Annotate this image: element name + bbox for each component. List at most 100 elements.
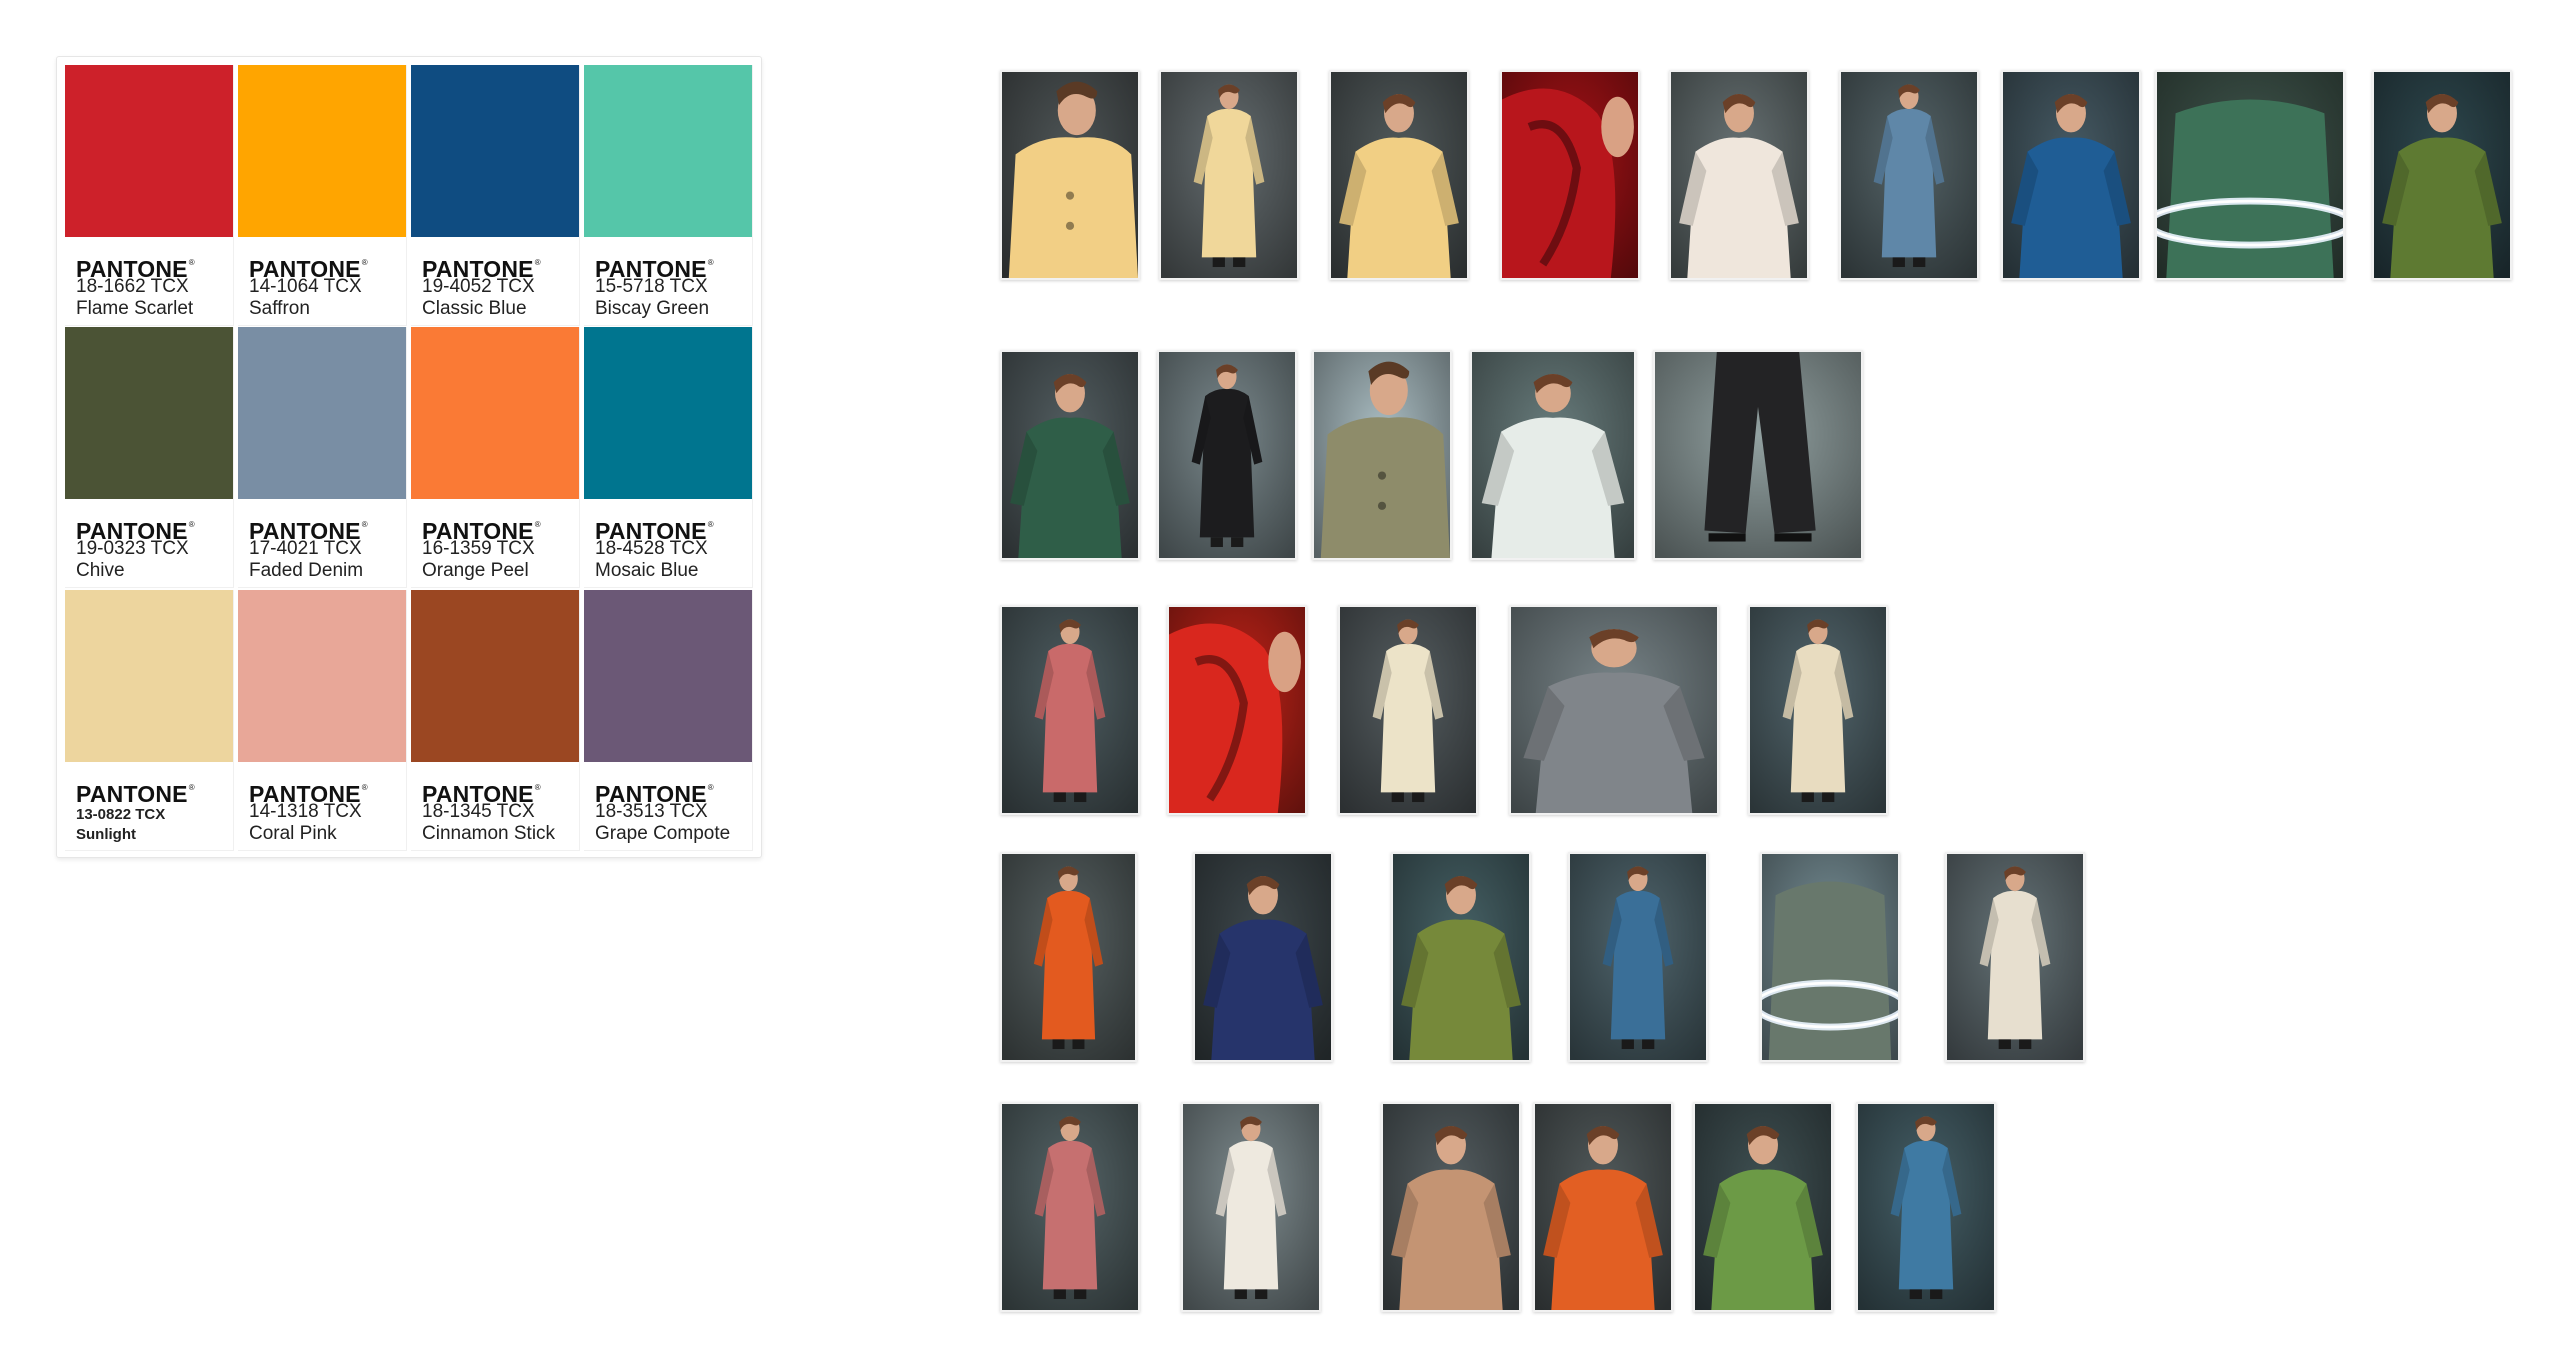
color-swatch bbox=[65, 65, 233, 237]
photo-image bbox=[1161, 72, 1297, 278]
photo-thumbnail-model-red-floral-jacket[interactable] bbox=[1669, 70, 1809, 280]
photo-image bbox=[1671, 72, 1807, 278]
pantone-chip: PANTONE® 18-3513 TCX Grape Compote bbox=[584, 590, 753, 851]
registered-mark-icon: ® bbox=[534, 520, 541, 529]
pantone-chip: PANTONE® 15-5718 TCX Biscay Green bbox=[584, 65, 753, 326]
pantone-chip: PANTONE® 19-4052 TCX Classic Blue bbox=[411, 65, 580, 326]
photo-thumbnail-model-olive-jacket-closeup[interactable] bbox=[1312, 350, 1452, 560]
photo-thumbnail-model-orange-hood-coat[interactable] bbox=[1533, 1102, 1673, 1312]
color-swatch bbox=[411, 327, 579, 499]
photo-thumbnail-model-cream-long-coat[interactable] bbox=[1945, 852, 2085, 1062]
pantone-chip: PANTONE® 18-4528 TCX Mosaic Blue bbox=[584, 327, 753, 588]
photo-thumbnail-model-green-cape-back[interactable] bbox=[1693, 1102, 1833, 1312]
color-swatch bbox=[411, 65, 579, 237]
pantone-color-name: Mosaic Blue bbox=[595, 560, 699, 581]
pantone-chip: PANTONE® 14-1064 TCX Saffron bbox=[238, 65, 407, 326]
photo-image bbox=[1570, 854, 1706, 1060]
photo-thumbnail-model-coral-jacket[interactable] bbox=[1000, 605, 1140, 815]
photo-thumbnail-model-tan-jacket[interactable] bbox=[1381, 1102, 1521, 1312]
registered-mark-icon: ® bbox=[707, 258, 714, 267]
photo-image bbox=[1750, 607, 1886, 813]
photo-image bbox=[1340, 607, 1476, 813]
photo-thumbnail-model-long-saffron-coat[interactable] bbox=[1159, 70, 1299, 280]
photo-image bbox=[1841, 72, 1977, 278]
pantone-color-name: Sunlight bbox=[76, 826, 136, 843]
color-swatch bbox=[65, 590, 233, 762]
photo-thumbnail-model-outdoor-light[interactable] bbox=[1760, 852, 1900, 1062]
photo-thumbnail-model-navy-jacket[interactable] bbox=[1193, 852, 1333, 1062]
pantone-chip: PANTONE® 17-4021 TCX Faded Denim bbox=[238, 327, 407, 588]
pantone-chip: PANTONE® 13-0822 TCX Sunlight bbox=[65, 590, 234, 851]
pantone-code: 18-4528 TCX bbox=[595, 538, 708, 559]
color-swatch bbox=[238, 65, 406, 237]
pantone-color-name: Cinnamon Stick bbox=[422, 823, 556, 844]
pantone-color-name: Coral Pink bbox=[249, 823, 337, 844]
color-swatch bbox=[65, 327, 233, 499]
pantone-color-name: Saffron bbox=[249, 298, 310, 319]
photo-image bbox=[1502, 72, 1638, 278]
pantone-code: 18-3513 TCX bbox=[595, 801, 708, 822]
photo-thumbnail-model-green-patch-coat[interactable] bbox=[1000, 350, 1140, 560]
color-swatch bbox=[584, 327, 752, 499]
photo-thumbnail-model-white-long-coat[interactable] bbox=[1181, 1102, 1321, 1312]
photo-thumbnail-model-cream-coat-scarf[interactable] bbox=[1338, 605, 1478, 815]
pantone-color-name: Biscay Green bbox=[595, 298, 710, 319]
pantone-code: 18-1345 TCX bbox=[422, 801, 535, 822]
photo-image bbox=[1655, 352, 1861, 558]
photo-image bbox=[1002, 72, 1138, 278]
photo-image bbox=[1695, 1104, 1831, 1310]
photo-image bbox=[1183, 1104, 1319, 1310]
photo-image bbox=[2003, 72, 2139, 278]
pantone-code: 14-1318 TCX bbox=[249, 801, 362, 822]
color-swatch bbox=[584, 590, 752, 762]
pantone-chip: PANTONE® 14-1318 TCX Coral Pink bbox=[238, 590, 407, 851]
pantone-code: 18-1662 TCX bbox=[76, 276, 189, 297]
photo-thumbnail-model-blue-patch-coat-2[interactable] bbox=[1856, 1102, 1996, 1312]
registered-mark-icon: ® bbox=[361, 520, 368, 529]
pantone-chip: PANTONE® 16-1359 TCX Orange Peel bbox=[411, 327, 580, 588]
registered-mark-icon: ® bbox=[188, 520, 195, 529]
photo-image bbox=[1511, 607, 1717, 813]
pantone-color-name: Classic Blue bbox=[422, 298, 527, 319]
pantone-color-name: Flame Scarlet bbox=[76, 298, 194, 319]
photo-thumbnail-black-trousers-fog[interactable] bbox=[1653, 350, 1863, 560]
photo-image bbox=[1762, 854, 1898, 1060]
photo-image bbox=[1858, 1104, 1994, 1310]
photo-image bbox=[1159, 352, 1295, 558]
photo-thumbnail-model-orange-floral-coat[interactable] bbox=[1000, 852, 1137, 1062]
photo-image bbox=[1393, 854, 1529, 1060]
photo-thumbnail-red-fabric-closeup[interactable] bbox=[1500, 70, 1640, 280]
photo-thumbnail-model-saffron-coat-pose[interactable] bbox=[1329, 70, 1469, 280]
photo-image bbox=[1002, 607, 1138, 813]
photo-thumbnail-model-coral-jacket-2[interactable] bbox=[1000, 1102, 1140, 1312]
photo-thumbnail-close-up-saffron-coat[interactable] bbox=[1000, 70, 1140, 280]
pantone-code: 13-0822 TCX bbox=[76, 806, 166, 823]
photo-thumbnail-model-black-suit-fog[interactable] bbox=[1157, 350, 1297, 560]
registered-mark-icon: ® bbox=[188, 783, 195, 792]
photo-thumbnail-model-green-cape-cream-skirt[interactable] bbox=[1391, 852, 1531, 1062]
pantone-code: 19-0323 TCX bbox=[76, 538, 189, 559]
photo-thumbnail-light-ring-green-fabric[interactable] bbox=[2155, 70, 2345, 280]
pantone-color-palette: PANTONE® 18-1662 TCX Flame Scarlet PANTONE®… bbox=[56, 56, 762, 858]
photo-image bbox=[1383, 1104, 1519, 1310]
registered-mark-icon: ® bbox=[707, 783, 714, 792]
photo-thumbnail-model-green-top-cream-skirt[interactable] bbox=[1748, 605, 1888, 815]
photo-thumbnail-model-blue-patch-coat-back[interactable] bbox=[1568, 852, 1708, 1062]
pantone-color-name: Faded Denim bbox=[249, 560, 364, 581]
photo-thumbnail-model-green-bolero[interactable] bbox=[2372, 70, 2512, 280]
pantone-color-name: Chive bbox=[76, 560, 125, 581]
photo-thumbnail-model-classic-blue-jacket[interactable] bbox=[2001, 70, 2141, 280]
pantone-brand-label: PANTONE® bbox=[76, 776, 195, 806]
photo-image bbox=[1169, 607, 1305, 813]
photo-image bbox=[1002, 352, 1138, 558]
pantone-chip: PANTONE® 18-1662 TCX Flame Scarlet bbox=[65, 65, 234, 326]
photo-thumbnail-model-white-blouse-dance[interactable] bbox=[1470, 350, 1636, 560]
photo-thumbnail-red-sleeve-closeup[interactable] bbox=[1167, 605, 1307, 815]
photo-image bbox=[1535, 1104, 1671, 1310]
photo-thumbnail-model-grey-jacquard-jacket[interactable] bbox=[1509, 605, 1719, 815]
pantone-code: 17-4021 TCX bbox=[249, 538, 362, 559]
photo-thumbnail-model-patchwork-blue-coat[interactable] bbox=[1839, 70, 1979, 280]
photo-image bbox=[1002, 1104, 1138, 1310]
photo-image bbox=[1002, 854, 1135, 1060]
pantone-color-name: Grape Compote bbox=[595, 823, 731, 844]
